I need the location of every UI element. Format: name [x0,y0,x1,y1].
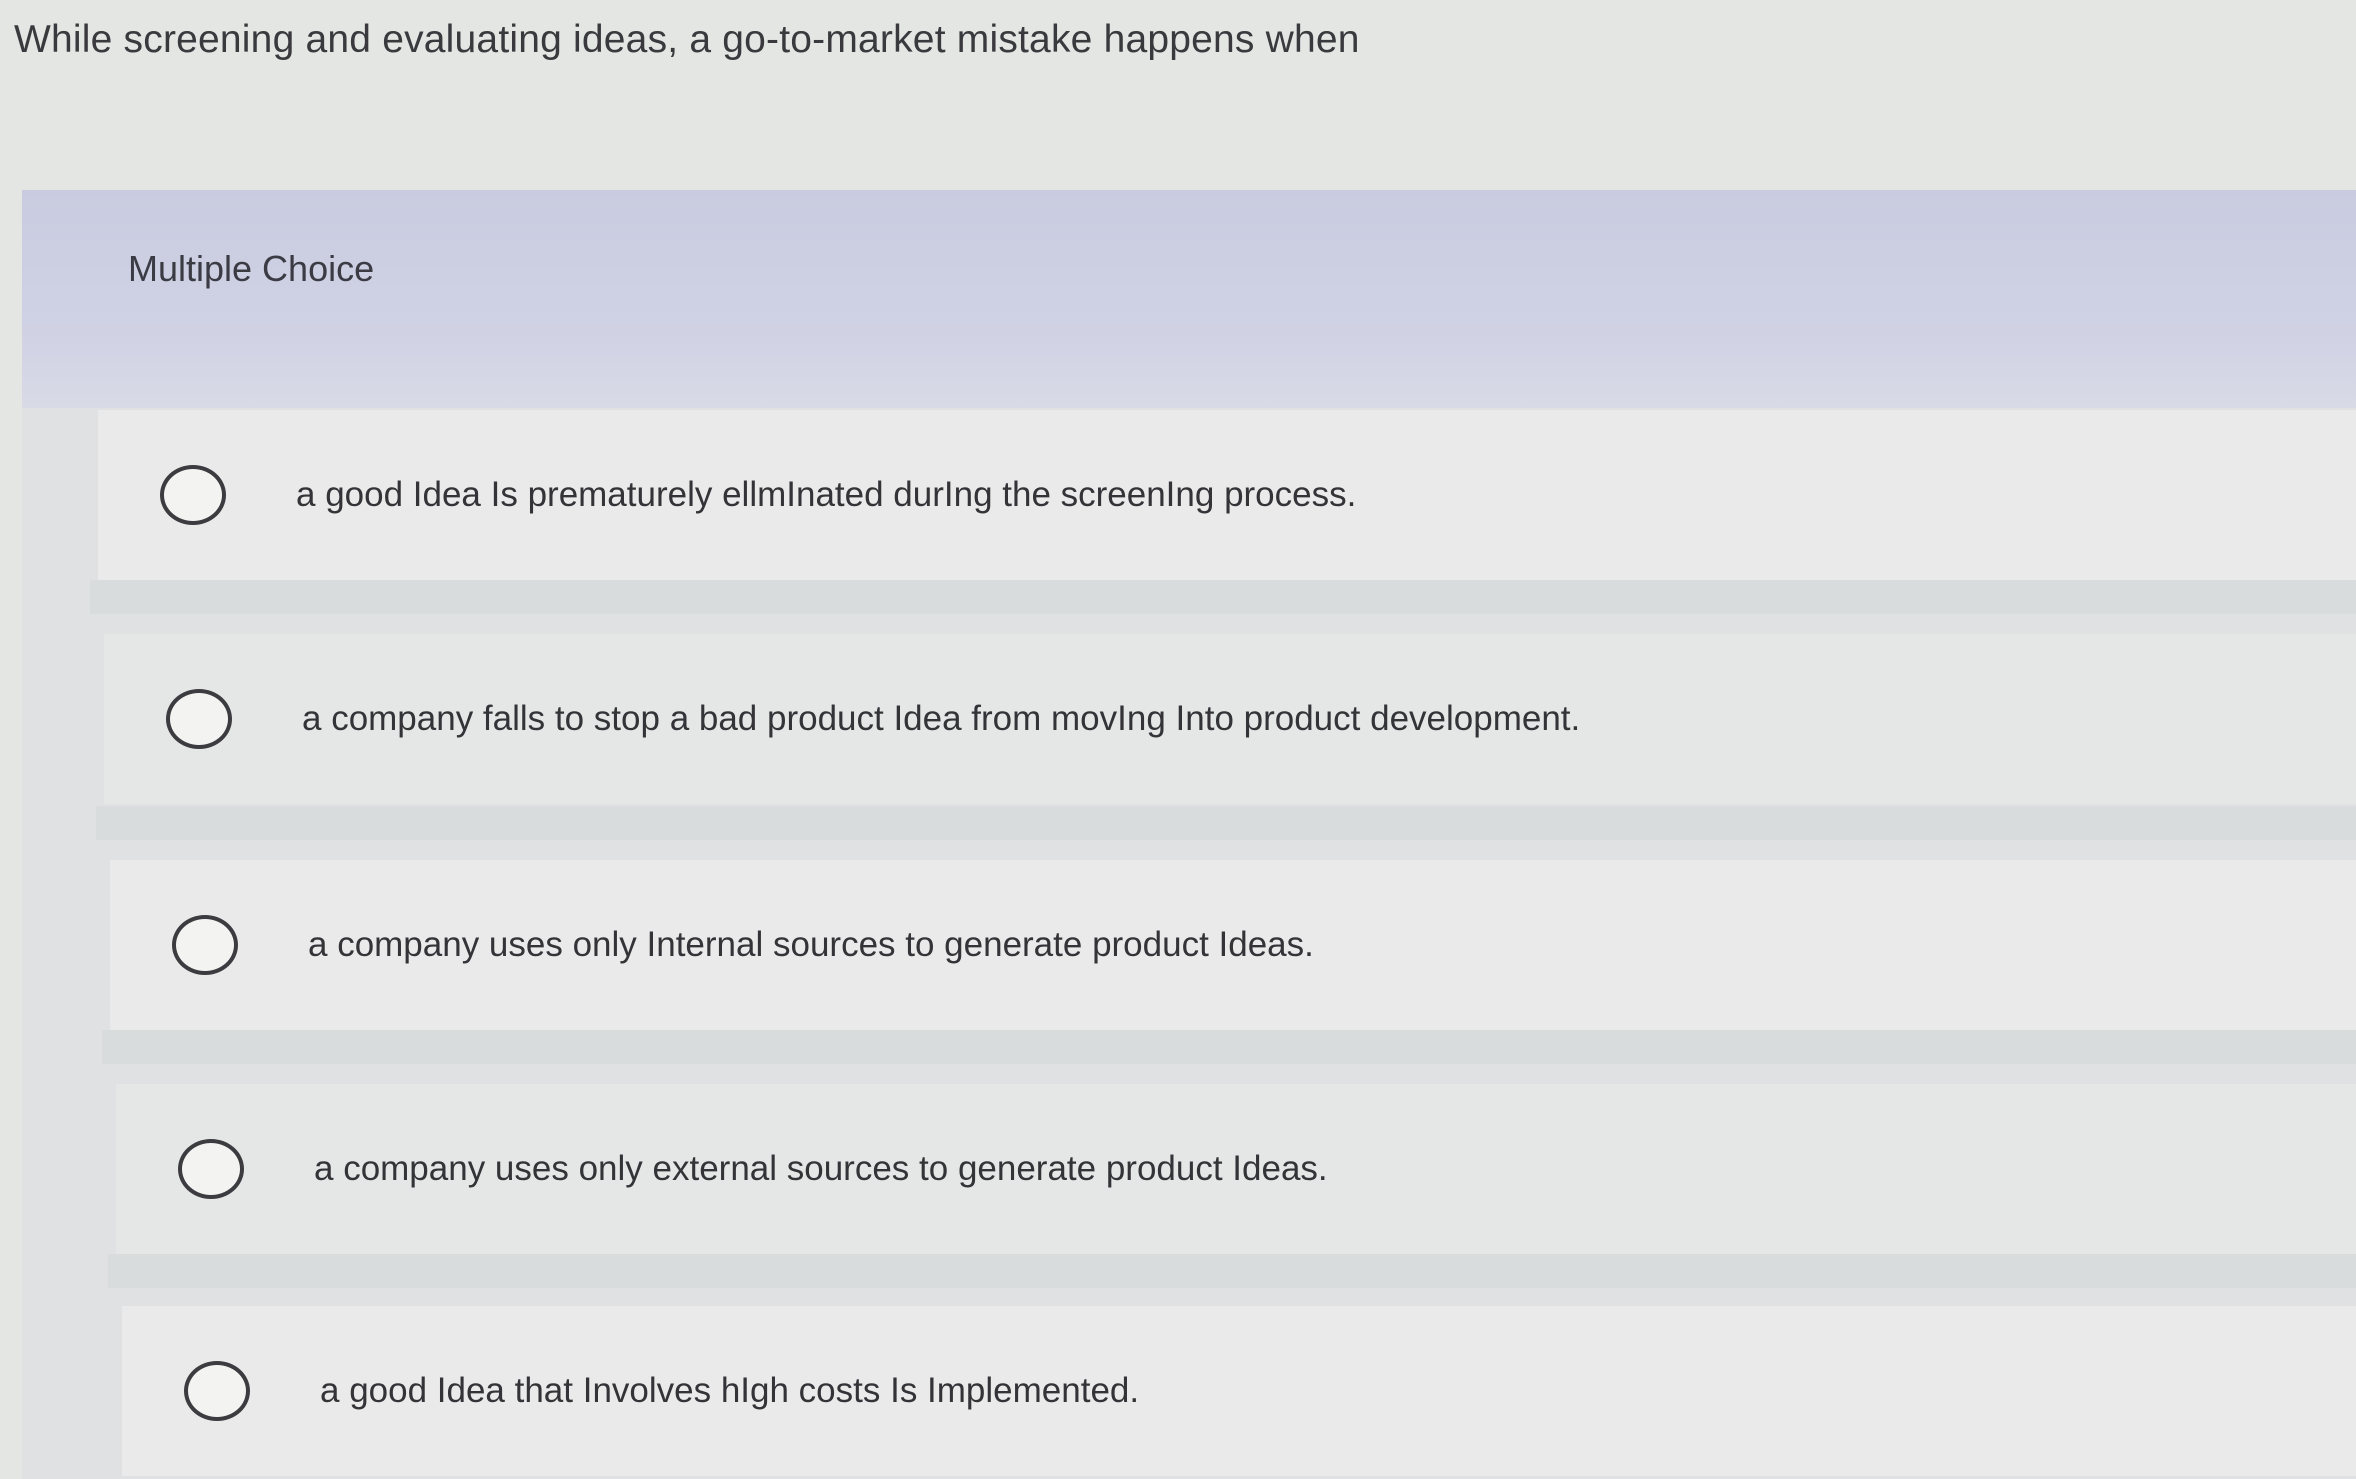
divider [90,580,2356,614]
divider [102,1030,2356,1064]
answer-option-3[interactable]: a company uses only Internal sources to … [110,860,2356,1030]
radio-button-icon[interactable] [178,1139,244,1199]
question-type-label: Multiple Choice [128,248,375,289]
divider [96,806,2356,840]
option-label: a good Idea that Involves hIgh costs Is … [320,1371,1140,1410]
question-text: While screening and evaluating ideas, a … [14,18,1360,61]
radio-button-icon[interactable] [160,465,226,525]
radio-button-icon[interactable] [172,915,238,975]
radio-button-icon[interactable] [166,689,232,749]
answer-option-1[interactable]: a good Idea Is prematurely ellmInated du… [98,410,2356,580]
answer-option-2[interactable]: a company falls to stop a bad product Id… [104,634,2356,804]
answer-option-4[interactable]: a company uses only external sources to … [116,1084,2356,1254]
radio-button-icon[interactable] [184,1361,250,1421]
divider [108,1254,2356,1288]
panel-header: Multiple Choice [22,190,2356,408]
option-label: a company uses only Internal sources to … [308,925,1314,964]
option-label: a company uses only external sources to … [314,1149,1328,1188]
answer-option-5[interactable]: a good Idea that Involves hIgh costs Is … [122,1306,2356,1476]
option-label: a good Idea Is prematurely ellmInated du… [296,475,1357,514]
option-label: a company falls to stop a bad product Id… [302,699,1581,738]
